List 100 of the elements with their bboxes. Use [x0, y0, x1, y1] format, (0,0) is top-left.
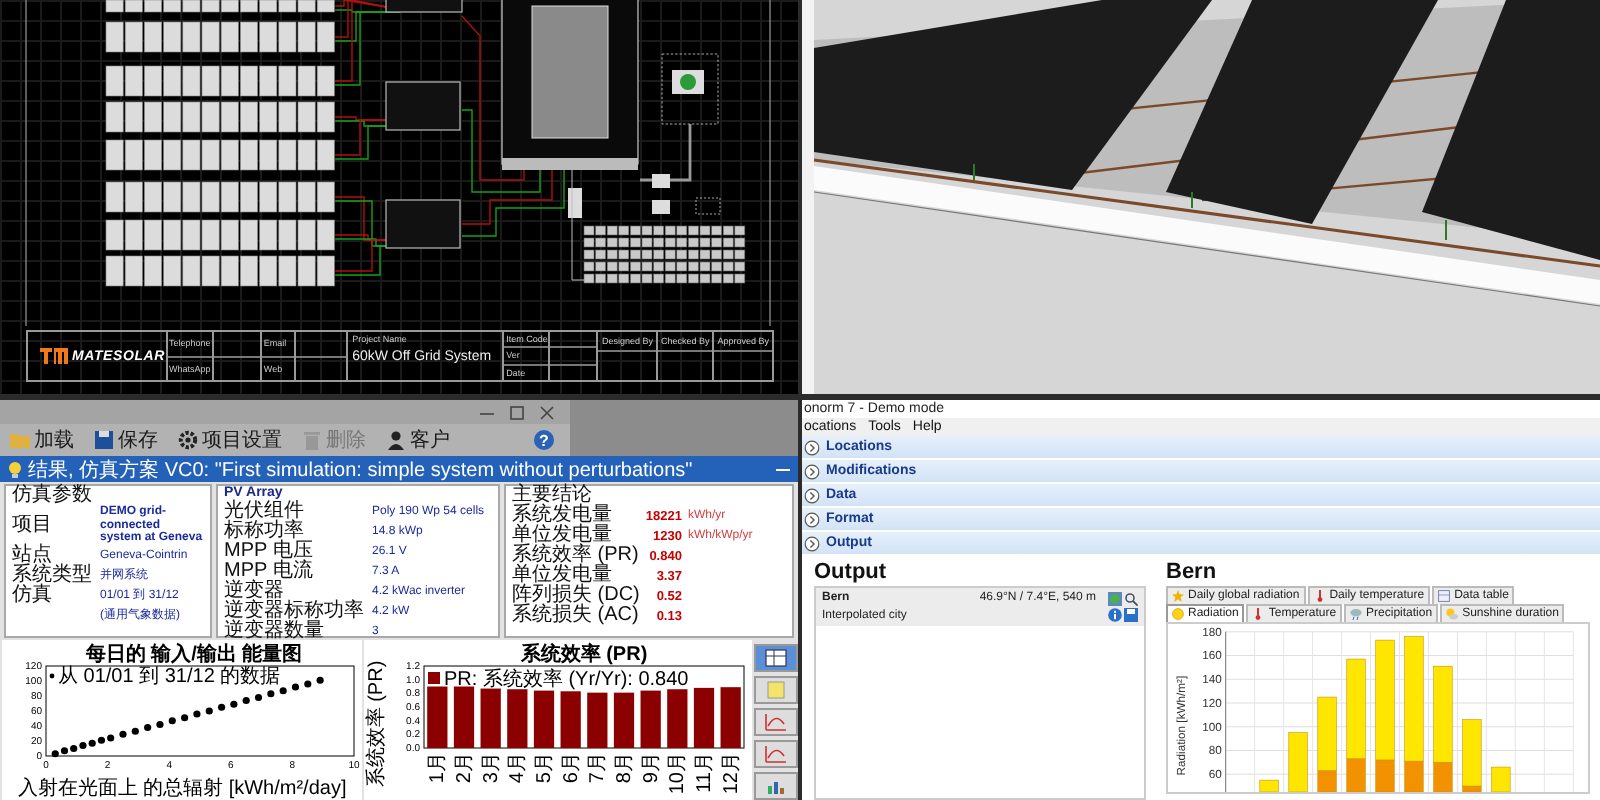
panel-heading: 主要结论	[512, 486, 592, 506]
parameter-label: 系统类型	[12, 565, 92, 585]
axis-tick-label: 9月	[640, 752, 663, 784]
toolbar-button[interactable]: 项目设置	[172, 426, 288, 454]
axis-tick-label: 1月	[427, 752, 450, 784]
parameter-label: 标称功率	[224, 522, 304, 542]
chart-bar	[693, 687, 715, 748]
axis-tick-label: 2月	[454, 752, 476, 784]
chart-bar	[587, 692, 608, 748]
axis-label: 系统效率 (PR)	[366, 660, 388, 788]
side-tool-button[interactable]	[754, 772, 798, 800]
chart-bar	[1288, 732, 1308, 793]
folder-icon	[10, 430, 30, 450]
parameter-label: 仿真	[12, 585, 54, 605]
parameter-label: MPP 电流	[224, 562, 315, 582]
data-point	[119, 730, 127, 738]
maximize-icon[interactable]	[510, 405, 524, 419]
result-label: 单位发电量	[512, 566, 612, 586]
parameter-label: 逆变器	[224, 582, 284, 602]
parameter-label: MPP 电压	[224, 542, 315, 562]
data-point	[217, 703, 226, 711]
data-point	[291, 683, 300, 691]
axis-tick-label: 11月	[694, 752, 716, 793]
data-point	[205, 707, 213, 715]
data-point	[156, 720, 164, 729]
toolbar-button[interactable]: 加载	[4, 426, 80, 454]
results-title: 结果, 仿真方案 VC0: "First simulation: simple system without perturbations"	[28, 457, 695, 483]
gear-icon	[178, 430, 198, 450]
legend-marker	[428, 672, 440, 684]
axis-tick-label: 3月	[480, 752, 503, 784]
save-icon[interactable]	[1124, 608, 1138, 622]
data-point	[168, 717, 176, 725]
side-tool-button[interactable]	[754, 740, 798, 768]
side-tool-button[interactable]	[754, 708, 798, 736]
data-point	[267, 690, 275, 698]
table-icon	[1438, 590, 1451, 602]
chart-bar	[720, 687, 741, 748]
parameter-label: 项目	[12, 515, 54, 536]
line-chart-icon	[764, 744, 788, 764]
axis-tick-label: 5月	[534, 752, 556, 784]
chart-bar	[480, 688, 501, 748]
data-point	[181, 714, 189, 722]
toolbar-button[interactable]: 客户	[380, 426, 456, 454]
toolbar-button[interactable]: 保存	[88, 426, 164, 454]
axis-tick-label: 12月	[720, 752, 743, 795]
thermometer-icon	[1252, 608, 1265, 620]
axis-tick-label: 8月	[614, 752, 636, 784]
panel-heading: 仿真参数	[12, 486, 94, 506]
axis-tick-label: 10月	[667, 752, 690, 795]
section-heading: Bern	[1166, 558, 1217, 586]
chart-title: 每日的 输入/输出 能量图	[85, 644, 303, 666]
axis-tick-label: 4月	[507, 752, 530, 784]
close-icon[interactable]	[540, 405, 554, 419]
parameter-label: 逆变器数量	[224, 622, 326, 642]
result-label: 系统损失 (AC)	[512, 606, 640, 626]
rain-cloud-icon	[1350, 608, 1363, 620]
bar-chart-icon	[764, 776, 788, 796]
chart-bar	[427, 686, 448, 748]
chart-bar	[667, 689, 688, 748]
star-icon	[1172, 590, 1184, 602]
help-button[interactable]: ?	[534, 430, 554, 450]
data-point	[144, 723, 152, 732]
data-point	[131, 727, 139, 735]
sun-icon	[1172, 608, 1184, 620]
axis-label: 入射在光面上 的总辐射 [kWh/m²/day]	[17, 778, 347, 800]
search-icon[interactable]	[1124, 592, 1138, 606]
chart-title: 系统效率 (PR)	[520, 644, 648, 666]
result-label: 阵列损失 (DC)	[512, 586, 640, 606]
line-chart-icon	[764, 712, 788, 732]
section-heading: Output	[814, 558, 887, 586]
data-point	[254, 693, 263, 702]
save-icon	[94, 430, 114, 450]
axis-tick-label: 6月	[560, 752, 583, 784]
legend-marker	[49, 673, 55, 679]
chart-bar	[640, 690, 661, 748]
chart-bar	[1259, 779, 1279, 793]
parameter-label: 光伏组件	[224, 502, 306, 522]
chart-bar	[507, 689, 528, 748]
legend-label: 从 01/01 到 31/12 的数据	[58, 666, 281, 688]
info-icon[interactable]	[1108, 608, 1122, 622]
trash-icon	[302, 430, 322, 450]
person-icon	[386, 430, 406, 450]
chart-bar	[533, 690, 555, 748]
result-label: 单位发电量	[512, 526, 612, 546]
table-icon	[764, 648, 788, 668]
thermometer-icon	[1313, 590, 1326, 602]
chart-bar	[560, 691, 581, 748]
data-point	[279, 687, 287, 695]
note-icon	[764, 680, 788, 700]
data-point	[230, 700, 238, 708]
chart-bar	[613, 692, 635, 748]
legend-label: PR: 系统效率 (Yr/Yr): 0.840	[444, 669, 689, 691]
parameter-label: 逆变器标称功率	[224, 602, 364, 622]
lightbulb-icon	[8, 461, 22, 477]
result-label: 系统效率 (PR)	[512, 546, 640, 566]
side-tool-button[interactable]	[754, 644, 798, 672]
data-point	[193, 710, 201, 718]
logo-mark-icon	[40, 348, 68, 364]
parameter-label: 站点	[12, 545, 52, 565]
data-point	[316, 676, 324, 684]
